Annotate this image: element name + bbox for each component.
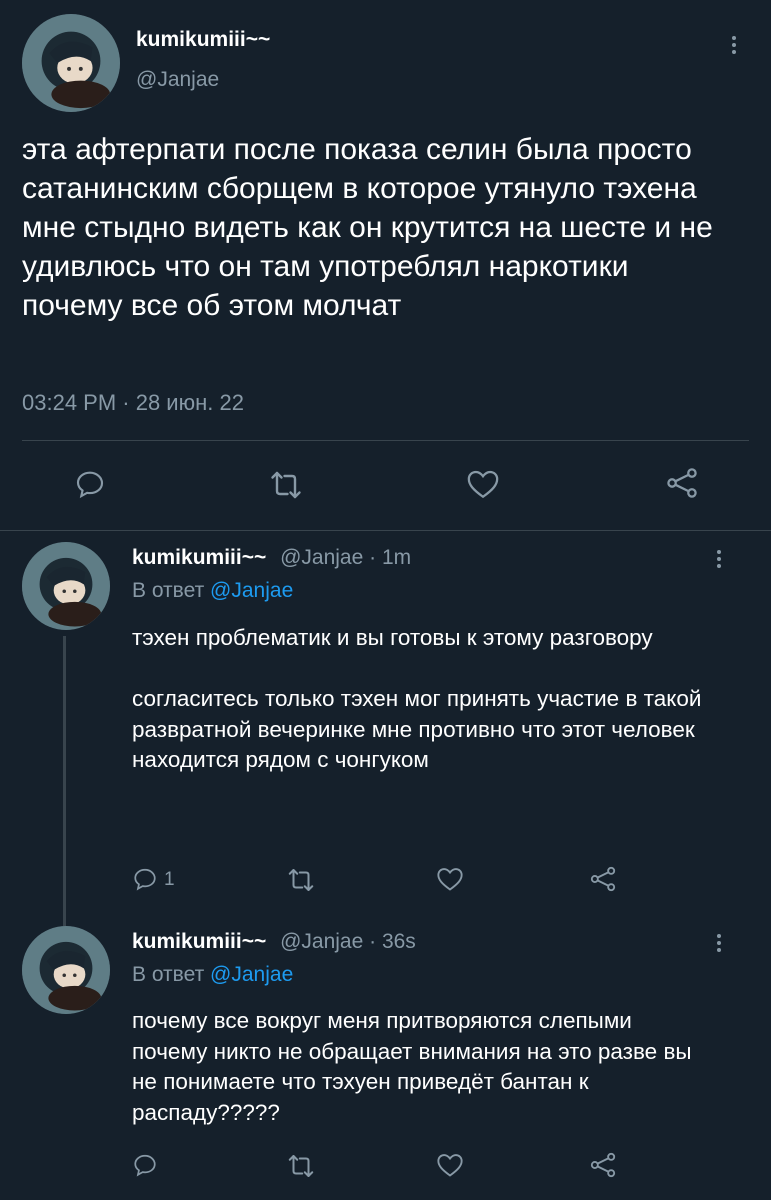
tweet-text: тэхен проблематик и вы готовы к этому ра… [132, 625, 702, 772]
reply-to-link[interactable]: @Janjae [210, 963, 293, 986]
share-icon[interactable] [664, 466, 700, 500]
more-options-icon[interactable] [714, 550, 724, 571]
handle[interactable]: @Janjae [280, 930, 363, 953]
share-icon[interactable] [588, 865, 618, 893]
tweet-time: · 1m [369, 546, 412, 569]
avatar[interactable] [22, 926, 110, 1014]
tweet-text: эта афтерпати после показа селин была пр… [22, 133, 722, 322]
divider [0, 530, 771, 531]
retweet-icon[interactable] [268, 470, 304, 500]
like-icon[interactable] [436, 1152, 464, 1178]
reply-prefix: В ответ [132, 963, 205, 986]
like-icon[interactable] [466, 468, 500, 500]
display-name[interactable]: kumikumiii~~ [136, 28, 270, 52]
more-options-icon[interactable] [729, 36, 739, 57]
divider [22, 440, 749, 441]
share-icon[interactable] [588, 1151, 618, 1179]
avatar[interactable] [22, 14, 120, 112]
reply-to-link[interactable]: @Janjae [210, 579, 293, 602]
retweet-icon[interactable] [286, 867, 316, 893]
avatar[interactable] [22, 542, 110, 630]
reply-prefix: В ответ [132, 579, 205, 602]
tweet-time: · 36s [369, 930, 416, 953]
reply-icon[interactable] [74, 468, 106, 500]
display-name[interactable]: kumikumiii~~ [132, 546, 266, 569]
reply-count: 1 [164, 869, 175, 890]
thread-line [63, 636, 66, 928]
tweet-text: почему все вокруг меня притворяются слеп… [132, 1008, 698, 1125]
reply-icon[interactable] [132, 866, 158, 892]
more-options-icon[interactable] [714, 934, 724, 955]
display-name[interactable]: kumikumiii~~ [132, 930, 266, 953]
reply-icon[interactable] [132, 1152, 158, 1178]
retweet-icon[interactable] [286, 1153, 316, 1179]
like-icon[interactable] [436, 866, 464, 892]
tweet-timestamp: 03:24 PM · 28 июн. 22 [22, 390, 244, 415]
handle[interactable]: @Janjae [280, 546, 363, 569]
handle[interactable]: @Janjae [136, 68, 219, 92]
